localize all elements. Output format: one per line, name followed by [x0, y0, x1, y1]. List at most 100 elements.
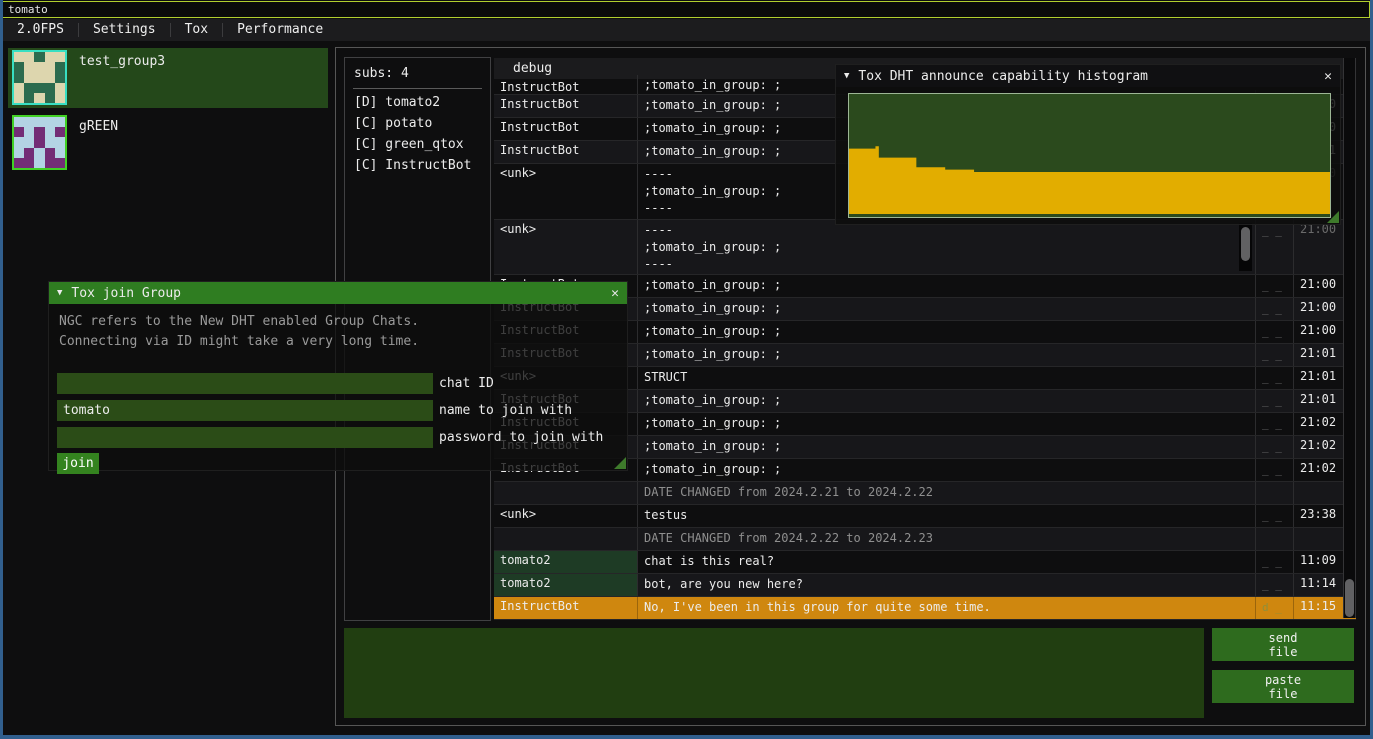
message-cell: chat is this real? [637, 551, 1255, 573]
message-row[interactable]: DATE CHANGED from 2024.2.21 to 2024.2.22 [494, 482, 1356, 505]
message-line: DATE CHANGED from 2024.2.21 to 2024.2.22 [644, 484, 1249, 501]
avatar-pixel [34, 72, 44, 82]
message-row[interactable]: DATE CHANGED from 2024.2.22 to 2024.2.23 [494, 528, 1356, 551]
menu-bar: 2.0FPS Settings Tox Performance [3, 19, 1370, 41]
message-line: bot, are you new here? [644, 576, 1249, 593]
message-row[interactable]: <unk>testus_ _23:38 [494, 505, 1356, 528]
message-cell: ;tomato_in_group: ; [637, 459, 1255, 481]
message-row[interactable]: tomato2bot, are you new here?_ _11:14 [494, 574, 1356, 597]
status-marks: _ _ [1255, 298, 1293, 320]
message-row[interactable]: InstructBotNo, I've been in this group f… [494, 597, 1356, 620]
member-list: [D] tomato2 [C] potato [C] green_qtox [C] I… [345, 95, 490, 173]
resize-grip[interactable] [614, 457, 626, 469]
subs-separator [353, 88, 482, 89]
collapse-arrow-icon[interactable]: ▼ [57, 288, 62, 298]
message-cell: No, I've been in this group for quite so… [637, 597, 1255, 619]
join-field-label: password to join with [439, 427, 603, 448]
timestamp: 21:00 [1293, 298, 1341, 320]
join-field-password-to-join-with[interactable] [57, 427, 433, 448]
avatar-pixel [24, 158, 34, 168]
status-marks: _ _ [1255, 321, 1293, 343]
sender-cell: tomato2 [494, 551, 637, 573]
member-item[interactable]: [C] green_qtox [354, 137, 490, 152]
contact-name: gREEN [79, 119, 118, 173]
join-button[interactable]: join [57, 453, 99, 474]
status-marks: d _ [1255, 597, 1293, 619]
member-item[interactable]: [D] tomato2 [354, 95, 490, 110]
join-field-chat-ID[interactable] [57, 373, 433, 394]
timestamp: 21:02 [1293, 413, 1341, 435]
status-marks: _ _ [1255, 551, 1293, 573]
inner-scrollbar-handle[interactable] [1241, 227, 1250, 261]
message-line: ;tomato_in_group: ; [644, 392, 1249, 409]
chat-scrollbar-handle[interactable] [1345, 579, 1354, 617]
avatar-pixel [55, 117, 65, 127]
sender-cell: <unk> [494, 220, 637, 274]
timestamp: 21:01 [1293, 390, 1341, 412]
status-marks: _ _ [1255, 344, 1293, 366]
avatar-pixel [55, 137, 65, 147]
message-input[interactable] [344, 628, 1204, 718]
avatar-pixel [14, 83, 24, 93]
menu-item-tox[interactable]: Tox [171, 19, 222, 41]
member-item[interactable]: [C] InstructBot [354, 158, 490, 173]
contact-name: test_group3 [79, 54, 165, 108]
resize-grip[interactable] [1327, 211, 1339, 223]
avatar-pixel [34, 137, 44, 147]
status-marks: _ _ [1255, 367, 1293, 389]
close-icon[interactable]: ✕ [1324, 69, 1332, 84]
histogram-title: Tox DHT announce capability histogram [858, 69, 1148, 84]
avatar-pixel [24, 93, 34, 103]
message-row[interactable]: <unk>----;tomato_in_group: ;----_ _21:00 [494, 220, 1356, 275]
message-cell: testus [637, 505, 1255, 527]
avatar-pixel [45, 117, 55, 127]
sender-cell: InstructBot [494, 118, 637, 140]
status-marks: _ _ [1255, 275, 1293, 297]
send-file-button[interactable]: send file [1212, 628, 1354, 661]
status-marks: _ _ [1255, 413, 1293, 435]
message-cell: ;tomato_in_group: ; [637, 321, 1255, 343]
join-field-name-to-join-with[interactable] [57, 400, 433, 421]
avatar-pixel [24, 72, 34, 82]
collapse-arrow-icon[interactable]: ▼ [844, 71, 849, 81]
status-marks [1255, 528, 1293, 550]
message-line: testus [644, 507, 1249, 524]
histogram-area-chart [849, 94, 1330, 217]
timestamp: 11:09 [1293, 551, 1341, 573]
avatar-pixel [34, 148, 44, 158]
status-marks: _ _ [1255, 574, 1293, 596]
avatar-pixel [55, 72, 65, 82]
chat-scrollbar-track[interactable] [1343, 58, 1356, 618]
frame-left [0, 0, 3, 739]
join-dialog-titlebar[interactable]: ▼ Tox join Group ✕ [49, 282, 627, 304]
window-title: tomato [8, 3, 48, 16]
avatar-pixel [55, 158, 65, 168]
member-item[interactable]: [C] potato [354, 116, 490, 131]
sender-cell: <unk> [494, 505, 637, 527]
paste-file-button[interactable]: paste file [1212, 670, 1354, 703]
menu-item-performance[interactable]: Performance [223, 19, 337, 41]
timestamp: 21:02 [1293, 459, 1341, 481]
contact-row-test_group3[interactable]: test_group3 [8, 48, 328, 108]
message-line: STRUCT [644, 369, 1249, 386]
timestamp: 23:38 [1293, 505, 1341, 527]
avatar-pixel [45, 52, 55, 62]
avatar-pixel [34, 158, 44, 168]
timestamp: 21:00 [1293, 275, 1341, 297]
timestamp [1293, 528, 1341, 550]
avatar-pixel [34, 93, 44, 103]
window-titlebar[interactable]: tomato [2, 1, 1370, 18]
avatar-pixel [24, 83, 34, 93]
contact-row-gREEN[interactable]: gREEN [8, 113, 328, 173]
timestamp [1293, 482, 1341, 504]
avatar-pixel [14, 93, 24, 103]
histogram-titlebar[interactable]: ▼ Tox DHT announce capability histogram … [836, 65, 1340, 87]
menu-item-settings[interactable]: Settings [79, 19, 170, 41]
sender-cell: InstructBot [494, 597, 637, 619]
avatar-pixel [55, 83, 65, 93]
close-icon[interactable]: ✕ [611, 286, 619, 301]
avatar-pixel [45, 62, 55, 72]
message-cell: ;tomato_in_group: ; [637, 344, 1255, 366]
message-row[interactable]: tomato2chat is this real?_ _11:09 [494, 551, 1356, 574]
timestamp: 21:00 [1293, 220, 1341, 274]
